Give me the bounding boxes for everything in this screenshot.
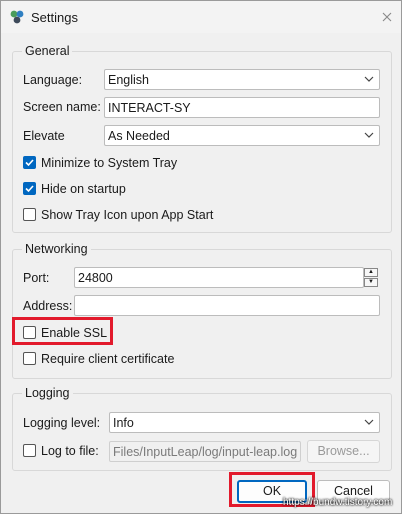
show-tray-icon-label[interactable]: Show Tray Icon upon App Start <box>41 208 213 222</box>
hide-on-startup-checkbox[interactable] <box>23 182 36 195</box>
close-icon <box>382 12 392 22</box>
enable-ssl-highlight <box>12 317 113 345</box>
screen-name-input[interactable]: INTERACT-SY <box>104 97 380 118</box>
watermark-text: https://bundw.tistory.com <box>283 497 393 508</box>
port-label: Port: <box>23 271 50 285</box>
chevron-down-icon <box>364 76 374 82</box>
minimize-to-tray-label[interactable]: Minimize to System Tray <box>41 156 177 170</box>
app-logo-icon <box>10 10 24 24</box>
minimize-to-tray-checkbox[interactable] <box>23 156 36 169</box>
settings-window: Settings General Language: English Scree… <box>0 0 402 514</box>
port-input[interactable]: 24800 <box>74 267 364 288</box>
elevate-label: Elevate <box>23 129 65 143</box>
logging-group-title: Logging <box>22 386 73 400</box>
checkmark-icon <box>25 159 34 167</box>
title-bar: Settings <box>1 1 401 33</box>
address-input[interactable] <box>74 295 380 316</box>
show-tray-icon-checkbox[interactable] <box>23 208 36 221</box>
general-group-title: General <box>22 44 73 58</box>
language-value: English <box>108 73 149 87</box>
close-button[interactable] <box>373 3 401 31</box>
spin-down-button[interactable]: ▼ <box>364 278 378 287</box>
log-file-path-input[interactable]: Files/InputLeap/log/input-leap.log <box>109 441 301 462</box>
language-select[interactable]: English <box>104 69 380 90</box>
networking-group-title: Networking <box>22 242 91 256</box>
logging-level-select[interactable]: Info <box>109 412 380 433</box>
logging-level-value: Info <box>113 416 134 430</box>
require-client-cert-checkbox[interactable] <box>23 352 36 365</box>
chevron-down-icon <box>364 419 374 425</box>
hide-on-startup-label[interactable]: Hide on startup <box>41 182 126 196</box>
checkmark-icon <box>25 185 34 193</box>
log-to-file-checkbox[interactable] <box>23 444 36 457</box>
elevate-select[interactable]: As Needed <box>104 125 380 146</box>
require-client-cert-label[interactable]: Require client certificate <box>41 352 174 366</box>
window-title: Settings <box>31 10 78 25</box>
browse-button[interactable]: Browse... <box>307 440 380 463</box>
port-spinner[interactable]: ▲ ▼ <box>364 267 379 288</box>
address-label: Address: <box>23 299 73 313</box>
log-to-file-label[interactable]: Log to file: <box>41 444 99 458</box>
screen-name-label: Screen name: <box>23 100 101 114</box>
chevron-down-icon <box>364 132 374 138</box>
language-label: Language: <box>23 73 83 87</box>
spin-up-button[interactable]: ▲ <box>364 268 378 277</box>
elevate-value: As Needed <box>108 129 170 143</box>
logging-level-label: Logging level: <box>23 416 101 430</box>
